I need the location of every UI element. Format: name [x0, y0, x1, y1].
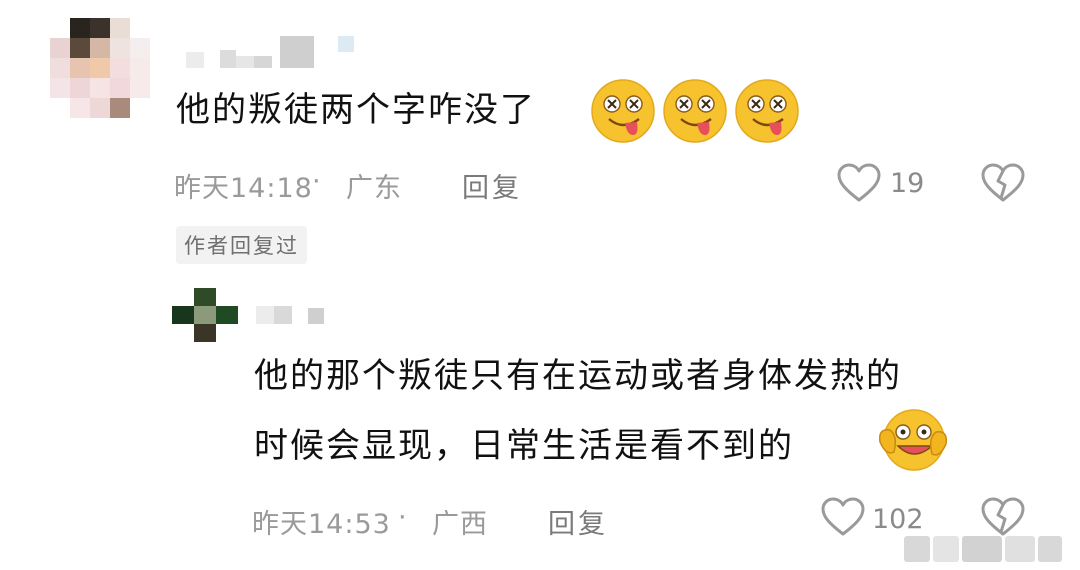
reply-meta-separator: · [398, 502, 408, 533]
comment-time: 昨天14:18 [174, 173, 313, 204]
reply-location: 广西 [432, 509, 488, 540]
reply-like-count: 102 [872, 504, 924, 535]
like-count: 19 [890, 168, 925, 199]
reply-heart-icon[interactable] [820, 496, 866, 538]
heart-icon[interactable] [836, 162, 882, 204]
reply-text-line2: 时候会显现，日常生活是看不到的 [254, 426, 794, 466]
meta-separator: · [312, 166, 322, 197]
reply-text-line1: 他的那个叛徒只有在运动或者身体发热的 [254, 356, 902, 396]
reply-avatar[interactable] [172, 288, 238, 342]
avatar[interactable] [50, 18, 150, 118]
reply-broken-heart-icon[interactable] [980, 496, 1026, 538]
reply-button[interactable]: 回复 [462, 166, 522, 205]
reply-username-blurred[interactable] [256, 304, 324, 324]
broken-heart-icon[interactable] [980, 162, 1026, 204]
watermark-blurred [904, 536, 1062, 562]
username-blurred[interactable] [186, 34, 354, 68]
author-replied-tag: 作者回复过 [176, 226, 307, 264]
comment-text: 他的叛徒两个字咋没了 [176, 90, 536, 130]
drooling-face-icon [590, 78, 806, 144]
reply-time: 昨天14:53 [252, 509, 391, 540]
comment-location: 广东 [346, 173, 402, 204]
hugging-face-icon [876, 406, 950, 476]
reply-reply-button[interactable]: 回复 [548, 502, 608, 541]
